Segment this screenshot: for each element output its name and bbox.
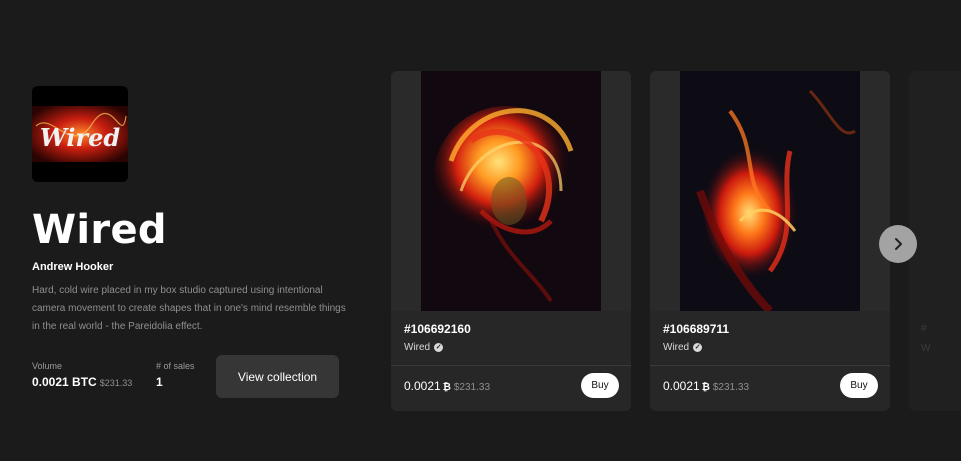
verified-icon: ✓	[693, 343, 703, 352]
bitcoin-icon: ₿	[442, 382, 451, 393]
token-id[interactable]: #106689711	[663, 322, 729, 336]
partial-card-token: #	[921, 323, 927, 334]
carousel-next-button[interactable]	[879, 225, 917, 263]
buy-button[interactable]: Buy	[581, 373, 619, 398]
divider	[650, 365, 890, 366]
artist-name[interactable]: Andrew Hooker	[32, 261, 113, 273]
price-value: 0.0021	[663, 379, 700, 393]
card-collection[interactable]: Wired ✓	[663, 342, 703, 353]
collection-logo: Wired	[32, 86, 128, 182]
buy-button[interactable]: Buy	[840, 373, 878, 398]
collection-description: Hard, cold wire placed in my box studio …	[32, 285, 346, 332]
nft-image[interactable]	[391, 71, 631, 311]
sales-value: 1	[156, 375, 163, 389]
token-id[interactable]: #106692160	[404, 322, 471, 336]
sales-label: # of sales	[156, 361, 195, 371]
card-collection-name: Wired	[663, 342, 690, 353]
chevron-right-icon	[879, 237, 917, 251]
nft-card[interactable]: #106689711 Wired ✓ 0.0021 ₿ $231.33 Buy	[650, 71, 890, 411]
bitcoin-icon: ₿	[701, 382, 710, 393]
verified-icon: ✓	[434, 343, 444, 352]
volume-usd: $231.33	[99, 378, 133, 388]
view-collection-button[interactable]: View collection	[216, 355, 339, 398]
card-collection-name: Wired	[404, 342, 431, 353]
nft-card[interactable]: #106692160 Wired ✓ 0.0021 ₿ $231.33 Buy	[391, 71, 631, 411]
divider	[391, 365, 631, 366]
volume-label: Volume	[32, 361, 63, 371]
collection-title: Wired	[32, 207, 167, 253]
partial-card-collection: W	[921, 343, 931, 354]
nft-image[interactable]	[650, 71, 890, 311]
card-price: 0.0021 ₿ $231.33	[404, 379, 490, 393]
card-collection[interactable]: Wired ✓	[404, 342, 444, 353]
volume-value: 0.0021 BTC $231.33	[32, 375, 132, 389]
volume-btc: 0.0021 BTC	[32, 375, 97, 389]
price-value: 0.0021	[404, 379, 441, 393]
logo-wordmark: Wired	[40, 123, 121, 152]
card-price: 0.0021 ₿ $231.33	[663, 379, 749, 393]
price-usd: $231.33	[712, 382, 750, 393]
price-usd: $231.33	[453, 382, 491, 393]
